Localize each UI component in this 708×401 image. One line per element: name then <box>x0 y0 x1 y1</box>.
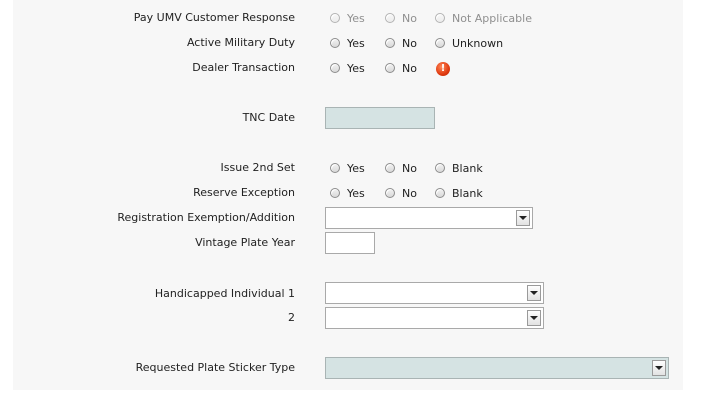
radio-circle-icon <box>330 63 340 73</box>
handicapped-1-label: Handicapped Individual 1 <box>154 287 295 300</box>
radio-circle-icon <box>330 188 340 198</box>
issue-2nd-set-blank-radio[interactable]: Blank <box>435 160 483 176</box>
radio-circle-icon <box>385 188 395 198</box>
reserve-exception-label: Reserve Exception <box>193 186 295 199</box>
registration-exemption-label: Registration Exemption/Addition <box>117 211 295 224</box>
dealer-transaction-no-radio[interactable]: No <box>385 60 417 76</box>
pay-umv-label: Pay UMV Customer Response <box>133 11 295 24</box>
radio-circle-icon <box>385 63 395 73</box>
active-military-unknown-radio[interactable]: Unknown <box>435 35 503 51</box>
reserve-exception-blank-radio[interactable]: Blank <box>435 185 483 201</box>
reserve-exception-no-radio[interactable]: No <box>385 185 417 201</box>
dropdown-arrow-icon[interactable] <box>652 360 666 376</box>
radio-circle-icon <box>385 163 395 173</box>
pay-umv-not-applicable-radio[interactable]: Not Applicable <box>435 10 532 26</box>
active-military-no-radio[interactable]: No <box>385 35 417 51</box>
radio-circle-icon <box>330 13 340 23</box>
vintage-plate-year-input[interactable] <box>325 232 375 254</box>
tnc-date-label: TNC Date <box>242 111 295 124</box>
dealer-transaction-yes-radio[interactable]: Yes <box>330 60 365 76</box>
plate-sticker-type-select[interactable] <box>325 357 669 379</box>
radio-circle-icon <box>435 163 445 173</box>
handicapped-1-select[interactable] <box>325 282 544 304</box>
form-panel: Pay UMV Customer Response Yes No Not App… <box>13 0 683 390</box>
vintage-plate-year-label: Vintage Plate Year <box>195 236 295 249</box>
issue-2nd-set-yes-radio[interactable]: Yes <box>330 160 365 176</box>
dropdown-arrow-icon[interactable] <box>516 210 530 226</box>
radio-circle-icon <box>435 38 445 48</box>
reserve-exception-yes-radio[interactable]: Yes <box>330 185 365 201</box>
radio-circle-icon <box>385 13 395 23</box>
radio-circle-icon <box>435 188 445 198</box>
dealer-transaction-label: Dealer Transaction <box>192 61 295 74</box>
active-military-yes-radio[interactable]: Yes <box>330 35 365 51</box>
pay-umv-yes-radio[interactable]: Yes <box>330 10 365 26</box>
radio-circle-icon <box>330 163 340 173</box>
radio-circle-icon <box>330 38 340 48</box>
handicapped-2-label: 2 <box>288 311 295 324</box>
radio-circle-icon <box>385 38 395 48</box>
radio-circle-icon <box>435 13 445 23</box>
dropdown-arrow-icon[interactable] <box>527 310 541 326</box>
registration-exemption-select[interactable] <box>325 207 533 229</box>
pay-umv-no-radio[interactable]: No <box>385 10 417 26</box>
tnc-date-field[interactable] <box>325 107 435 129</box>
issue-2nd-set-no-radio[interactable]: No <box>385 160 417 176</box>
issue-2nd-set-label: Issue 2nd Set <box>220 161 295 174</box>
dropdown-arrow-icon[interactable] <box>527 285 541 301</box>
handicapped-2-select[interactable] <box>325 307 544 329</box>
active-military-label: Active Military Duty <box>186 36 295 49</box>
exclamation-icon: ! <box>436 62 450 76</box>
plate-sticker-type-label: Requested Plate Sticker Type <box>135 361 295 374</box>
